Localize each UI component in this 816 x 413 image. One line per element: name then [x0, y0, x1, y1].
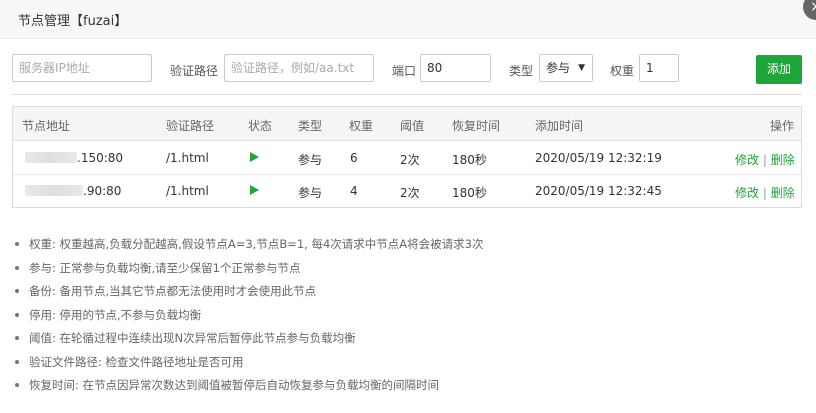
action-separator: |	[762, 153, 767, 167]
type-select-value: 参与	[546, 61, 571, 75]
row-actions: 修改 | 删除	[735, 151, 795, 168]
bullet-icon	[15, 359, 19, 364]
col-header-type: 类型	[298, 119, 323, 133]
port-input[interactable]	[420, 54, 491, 82]
delete-link[interactable]: 删除	[771, 186, 795, 200]
node-weight: 6	[350, 151, 358, 165]
bullet-icon	[15, 312, 19, 317]
table-row: .150:80 /1.html 参与 6 2次 180秒 2020/05/19 …	[13, 141, 801, 175]
redacted-ip	[25, 152, 77, 163]
play-icon[interactable]	[250, 151, 259, 165]
list-item: 恢复时间: 在节点因异常次数达到阈值被暂停后自动恢复参与负载均衡的间隔时间	[15, 377, 805, 401]
add-button[interactable]: 添加	[756, 55, 802, 84]
dialog-title: 节点管理【fuzai】	[18, 14, 128, 29]
node-threshold: 2次	[400, 186, 420, 200]
node-table: 节点地址 验证路径 状态 类型 权重 阈值 恢复时间 添加时间 操作 .150:…	[12, 106, 802, 208]
col-header-weight: 权重	[349, 119, 374, 133]
col-header-recover: 恢复时间	[452, 119, 501, 133]
redacted-ip	[25, 185, 83, 196]
list-item: 阈值: 在轮循过程中连续出现N次异常后暂停此节点参与负载均衡	[15, 330, 805, 354]
col-header-actions: 操作	[770, 119, 795, 133]
bullet-icon	[15, 242, 19, 246]
table-header: 节点地址 验证路径 状态 类型 权重 阈值 恢复时间 添加时间 操作	[13, 107, 801, 141]
port-label: 端口	[392, 64, 417, 78]
verify-path: /1.html	[166, 184, 209, 198]
dialog-titlebar: 节点管理【fuzai】	[0, 0, 816, 39]
weight-input[interactable]	[639, 54, 679, 82]
list-item: 验证文件路径: 检查文件路径地址是否可用	[15, 354, 805, 378]
verify-path: /1.html	[166, 151, 209, 165]
play-icon[interactable]	[250, 184, 259, 198]
caret-down-icon: ▼	[578, 63, 585, 73]
action-separator: |	[762, 186, 767, 200]
weight-label: 权重	[610, 64, 635, 78]
edit-link[interactable]: 修改	[735, 153, 759, 167]
bullet-icon	[15, 336, 19, 340]
col-header-added: 添加时间	[535, 119, 584, 133]
list-item: 权重: 权重越高,负载分配越高,假设节点A=3,节点B=1, 每4次请求中节点A…	[15, 236, 805, 260]
node-recover-time: 180秒	[452, 153, 487, 167]
node-threshold: 2次	[400, 153, 420, 167]
row-actions: 修改 | 删除	[735, 184, 795, 201]
bullet-icon	[15, 289, 19, 293]
help-tips-list: 权重: 权重越高,负载分配越高,假设节点A=3,节点B=1, 每4次请求中节点A…	[15, 236, 805, 401]
type-select[interactable]: 参与 ▼	[539, 54, 593, 82]
list-item: 参与: 正常参与负载均衡,请至少保留1个正常参与节点	[15, 260, 805, 284]
col-header-path: 验证路径	[166, 119, 215, 133]
table-row: .90:80 /1.html 参与 4 2次 180秒 2020/05/19 1…	[13, 174, 801, 207]
add-node-form: 验证路径 端口 类型 参与 ▼ 权重 添加	[0, 54, 816, 84]
delete-link[interactable]: 删除	[771, 153, 795, 167]
node-added-time: 2020/05/19 12:32:19	[535, 151, 662, 165]
col-header-threshold: 阈值	[400, 119, 425, 133]
list-item: 备份: 备用节点,当其它节点都无法使用时才会使用此节点	[15, 283, 805, 307]
col-header-status: 状态	[248, 119, 273, 133]
bullet-icon	[15, 383, 19, 387]
node-recover-time: 180秒	[452, 186, 487, 200]
type-label: 类型	[509, 64, 534, 78]
node-address: .150:80	[25, 151, 123, 165]
node-address: .90:80	[25, 184, 121, 198]
verify-path-input[interactable]	[224, 54, 374, 82]
verify-path-label: 验证路径	[170, 64, 219, 78]
edit-link[interactable]: 修改	[735, 186, 759, 200]
bullet-icon	[15, 265, 19, 270]
node-type: 参与	[298, 186, 323, 200]
divider	[12, 94, 802, 95]
col-header-addr: 节点地址	[22, 119, 71, 133]
node-weight: 4	[350, 184, 358, 198]
list-item: 停用: 停用的节点,不参与负载均衡	[15, 307, 805, 331]
node-added-time: 2020/05/19 12:32:45	[535, 184, 662, 198]
server-ip-input[interactable]	[12, 54, 152, 82]
node-type: 参与	[298, 153, 323, 167]
